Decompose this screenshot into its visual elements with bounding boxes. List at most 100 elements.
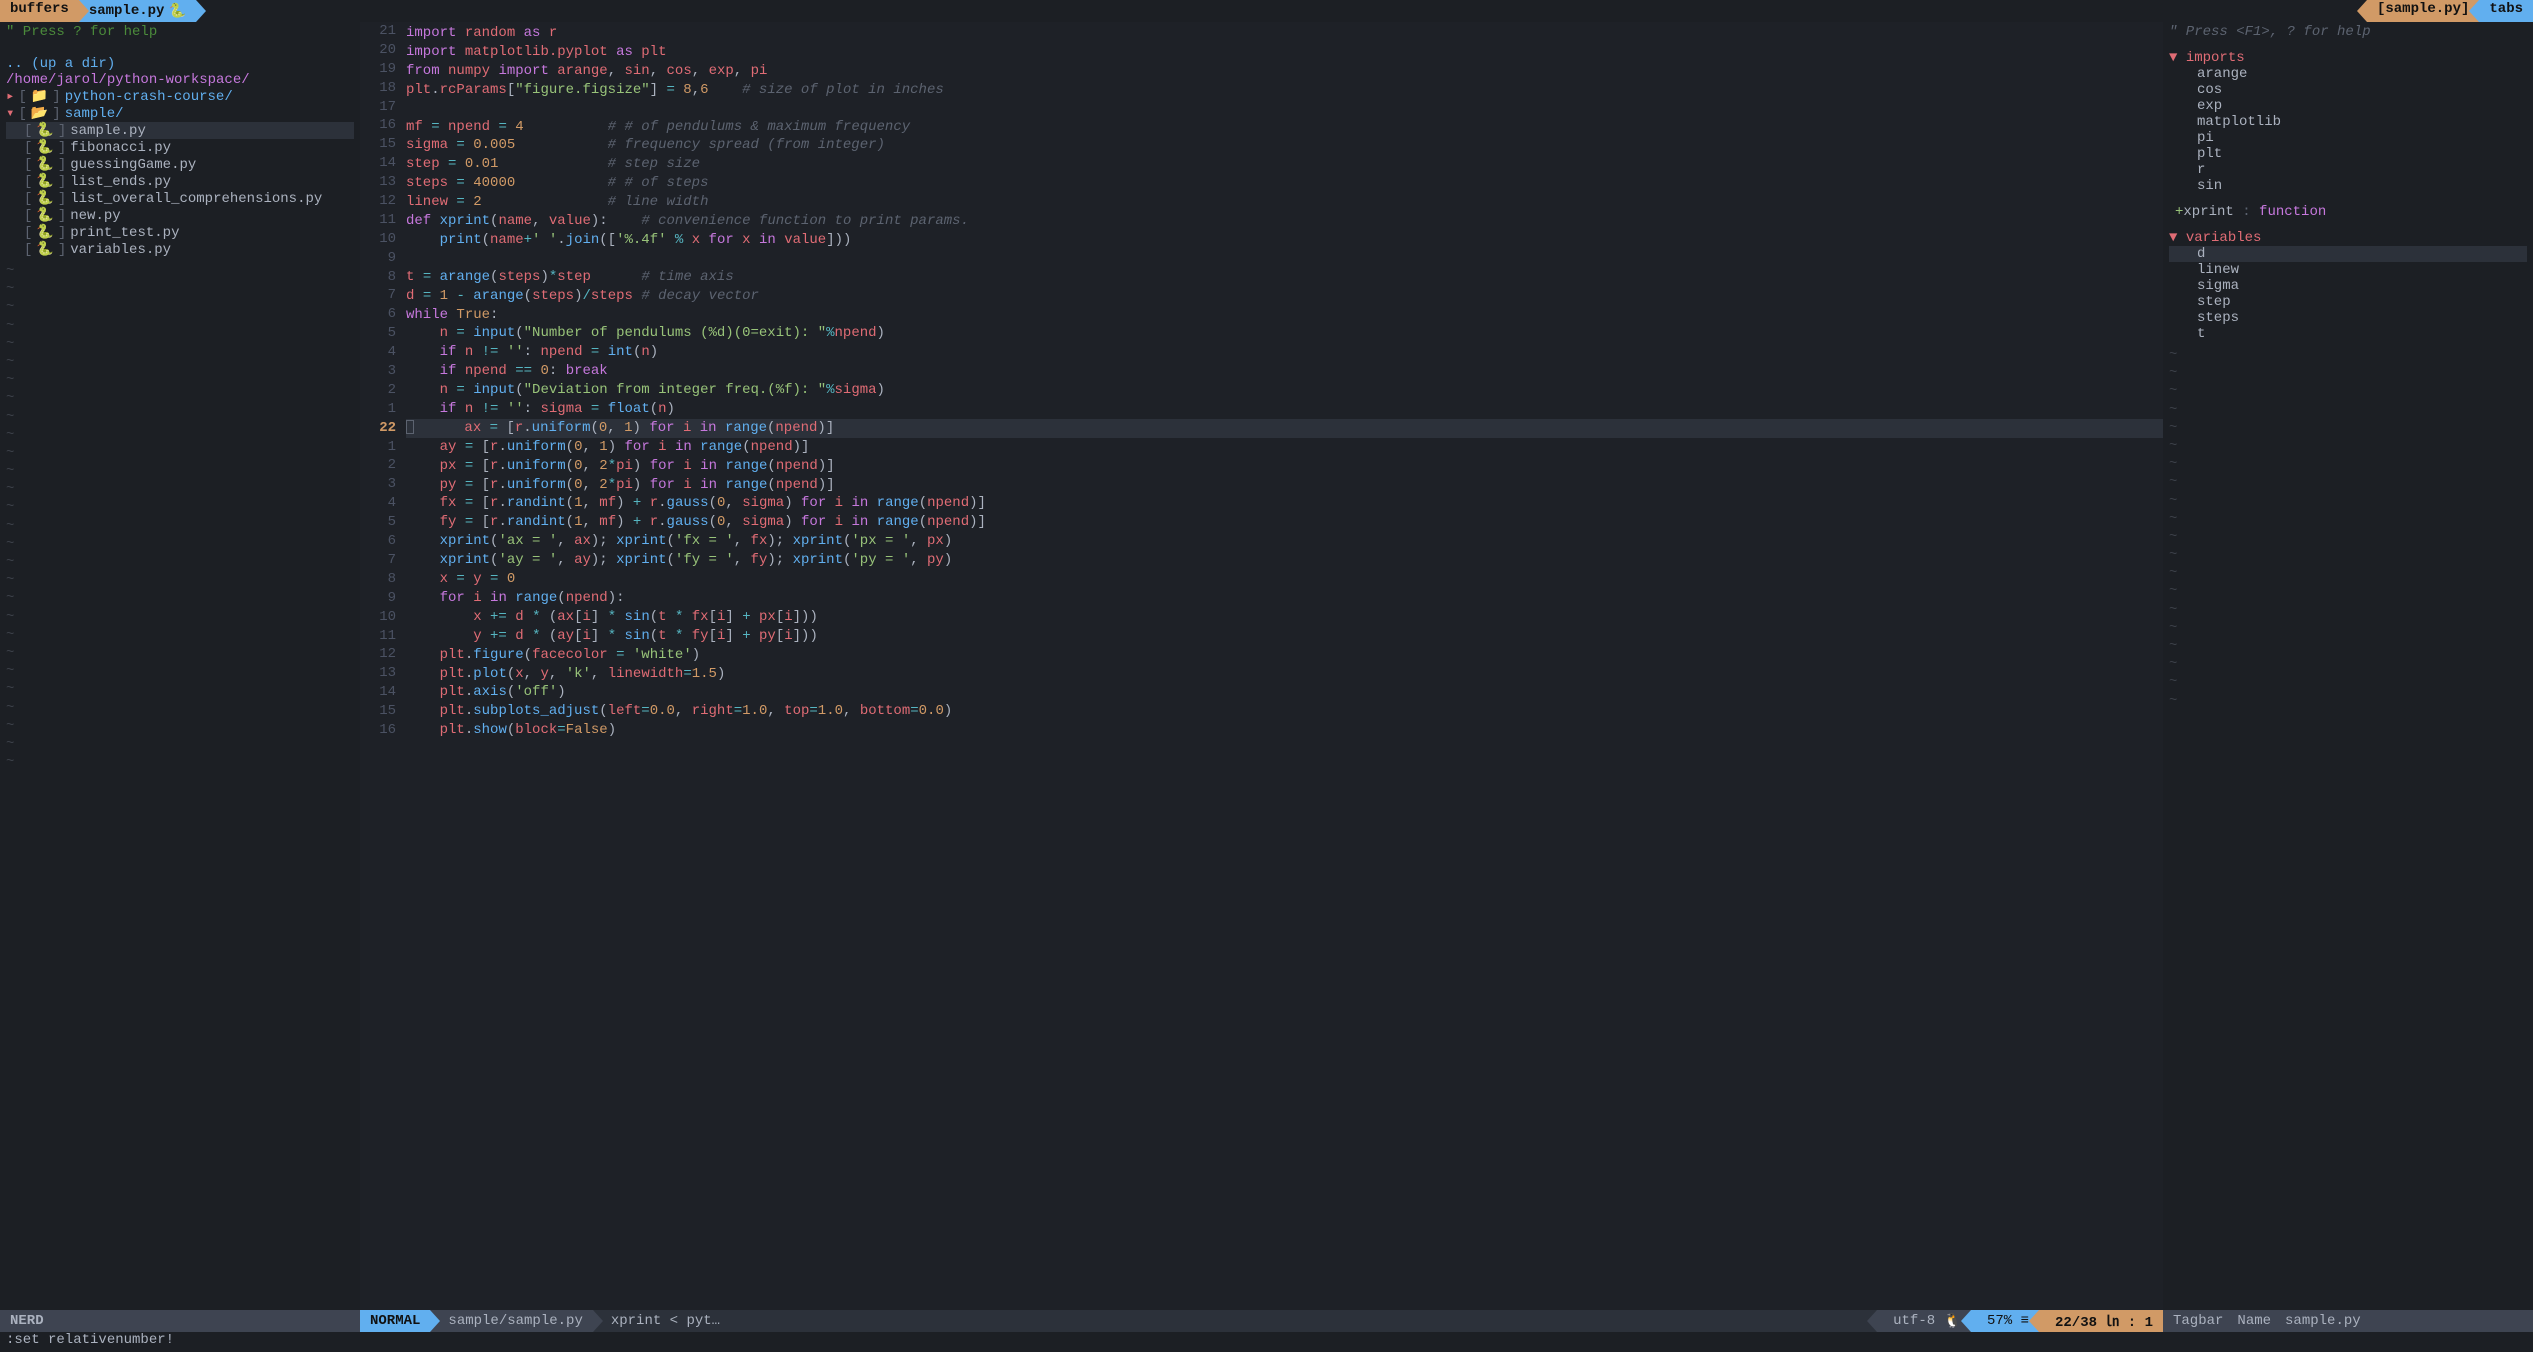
- tabline-active[interactable]: [sample.py]: [2367, 0, 2479, 22]
- tagbar-variable-d[interactable]: d: [2169, 246, 2527, 262]
- code-line[interactable]: ax = [r.uniform(0, 1) for i in range(npe…: [406, 419, 2163, 438]
- code-line[interactable]: n = input("Deviation from integer freq.(…: [406, 381, 2163, 400]
- nerdtree-path[interactable]: /home/jarol/python-workspace/: [6, 72, 354, 88]
- code-line[interactable]: print(name+' '.join(['%.4f' % x for x in…: [406, 231, 2163, 250]
- code-line[interactable]: from numpy import arange, sin, cos, exp,…: [406, 62, 2163, 81]
- status-encoding: utf-8 🐧: [1877, 1310, 1971, 1332]
- tagbar-import-plt[interactable]: plt: [2169, 146, 2527, 162]
- tree-file-print_test-py[interactable]: [ 🐍 ]print_test.py: [6, 224, 354, 241]
- tagbar-section-variables[interactable]: ▼ variables: [2169, 230, 2527, 246]
- tagbar-import-exp[interactable]: exp: [2169, 98, 2527, 114]
- tree-file-list_overall_comprehensions-py[interactable]: [ 🐍 ]list_overall_comprehensions.py: [6, 190, 354, 207]
- tagbar-section-imports[interactable]: ▼ imports: [2169, 50, 2527, 66]
- arrow-down-icon: ▼: [2169, 230, 2177, 246]
- code-area[interactable]: import random as rimport matplotlib.pypl…: [406, 22, 2163, 1310]
- arrow-down-icon: ▾: [6, 105, 14, 122]
- tagbar-variable-linew[interactable]: linew: [2169, 262, 2527, 278]
- code-line[interactable]: if n != '': npend = int(n): [406, 343, 2163, 362]
- linux-icon: 🐧: [1944, 1313, 1961, 1330]
- code-line[interactable]: plt.rcParams["figure.figsize"] = 8,6 # s…: [406, 81, 2163, 100]
- tagbar-variable-step[interactable]: step: [2169, 294, 2527, 310]
- code-line[interactable]: while True:: [406, 306, 2163, 325]
- tagbar-variable-sigma[interactable]: sigma: [2169, 278, 2527, 294]
- python-file-icon: 🐍: [36, 139, 53, 156]
- tagbar-panel[interactable]: " Press <F1>, ? for help ▼ imports arang…: [2163, 22, 2533, 1310]
- filename-label: print_test.py: [70, 225, 179, 241]
- filename-label: sample.py: [70, 123, 146, 139]
- python-file-icon: 🐍: [36, 122, 53, 139]
- code-line[interactable]: def xprint(name, value): # convenience f…: [406, 212, 2163, 231]
- code-line[interactable]: import random as r: [406, 24, 2163, 43]
- code-line[interactable]: mf = npend = 4 # # of pendulums & maximu…: [406, 118, 2163, 137]
- code-line[interactable]: x = y = 0: [406, 570, 2163, 589]
- code-line[interactable]: [406, 100, 2163, 118]
- code-line[interactable]: plt.axis('off'): [406, 683, 2163, 702]
- filename-label: list_overall_comprehensions.py: [70, 191, 322, 207]
- python-file-icon: 🐍: [36, 207, 53, 224]
- status-function: xprint < pyt…: [593, 1310, 730, 1332]
- code-line[interactable]: x += d * (ax[i] * sin(t * fx[i] + px[i])…: [406, 608, 2163, 627]
- code-line[interactable]: if n != '': sigma = float(n): [406, 400, 2163, 419]
- tagbar-import-arange[interactable]: arange: [2169, 66, 2527, 82]
- tree-file-sample-py[interactable]: [ 🐍 ]sample.py: [6, 122, 354, 139]
- code-line[interactable]: ay = [r.uniform(0, 1) for i in range(npe…: [406, 438, 2163, 457]
- code-line[interactable]: [406, 250, 2163, 268]
- editor-panel[interactable]: 2120191817161514131211109876543212212345…: [360, 22, 2163, 1310]
- filename-label: list_ends.py: [70, 174, 171, 190]
- tree-file-guessingGame-py[interactable]: [ 🐍 ]guessingGame.py: [6, 156, 354, 173]
- active-buffer-tab[interactable]: sample.py 🐍: [79, 0, 196, 22]
- section-label: variables: [2186, 230, 2262, 246]
- tree-file-list_ends-py[interactable]: [ 🐍 ]list_ends.py: [6, 173, 354, 190]
- code-line[interactable]: xprint('ay = ', ay); xprint('fy = ', fy)…: [406, 551, 2163, 570]
- code-line[interactable]: t = arange(steps)*step # time axis: [406, 268, 2163, 287]
- code-line[interactable]: import matplotlib.pyplot as plt: [406, 43, 2163, 62]
- tree-file-new-py[interactable]: [ 🐍 ]new.py: [6, 207, 354, 224]
- tagbar-import-matplotlib[interactable]: matplotlib: [2169, 114, 2527, 130]
- nerdtree-panel[interactable]: " Press ? for help .. (up a dir) /home/j…: [0, 22, 360, 1310]
- section-label: imports: [2186, 50, 2245, 66]
- nerdtree-help: " Press ? for help: [6, 24, 354, 40]
- tagbar-import-pi[interactable]: pi: [2169, 130, 2527, 146]
- code-line[interactable]: py = [r.uniform(0, 2*pi) for i in range(…: [406, 476, 2163, 495]
- cursor: [406, 420, 414, 434]
- code-line[interactable]: d = 1 - arange(steps)/steps # decay vect…: [406, 287, 2163, 306]
- code-line[interactable]: if npend == 0: break: [406, 362, 2163, 381]
- line-number-gutter: 2120191817161514131211109876543212212345…: [360, 22, 406, 1310]
- tagbar-import-cos[interactable]: cos: [2169, 82, 2527, 98]
- code-line[interactable]: xprint('ax = ', ax); xprint('fx = ', fx)…: [406, 532, 2163, 551]
- code-line[interactable]: y += d * (ay[i] * sin(t * fy[i] + py[i])…: [406, 627, 2163, 646]
- code-line[interactable]: plt.subplots_adjust(left=0.0, right=1.0,…: [406, 702, 2163, 721]
- buffers-tab-label[interactable]: buffers: [0, 0, 79, 22]
- filename-label: guessingGame.py: [70, 157, 196, 173]
- tagbar-function-xprint[interactable]: +xprint : function: [2169, 204, 2527, 220]
- code-line[interactable]: for i in range(npend):: [406, 589, 2163, 608]
- tree-folder-python-crash-course[interactable]: ▸ [ 📁 ]python-crash-course/: [6, 88, 354, 105]
- tagbar-variable-steps[interactable]: steps: [2169, 310, 2527, 326]
- code-line[interactable]: n = input("Number of pendulums (%d)(0=ex…: [406, 324, 2163, 343]
- code-line[interactable]: px = [r.uniform(0, 2*pi) for i in range(…: [406, 457, 2163, 476]
- tagbar-help: " Press <F1>, ? for help: [2169, 24, 2527, 40]
- code-line[interactable]: fx = [r.randint(1, mf) + r.gauss(0, sigm…: [406, 494, 2163, 513]
- command-line[interactable]: :set relativenumber!: [0, 1332, 2533, 1352]
- filename-label: fibonacci.py: [70, 140, 171, 156]
- tabs-tab-label[interactable]: tabs: [2479, 0, 2533, 22]
- tagbar-import-sin[interactable]: sin: [2169, 178, 2527, 194]
- code-line[interactable]: plt.plot(x, y, 'k', linewidth=1.5): [406, 665, 2163, 684]
- code-line[interactable]: fy = [r.randint(1, mf) + r.gauss(0, sigm…: [406, 513, 2163, 532]
- code-line[interactable]: sigma = 0.005 # frequency spread (from i…: [406, 136, 2163, 155]
- code-line[interactable]: plt.figure(facecolor = 'white'): [406, 646, 2163, 665]
- code-line[interactable]: plt.show(block=False): [406, 721, 2163, 740]
- tagbar-import-r[interactable]: r: [2169, 162, 2527, 178]
- top-tab-bar: buffers sample.py 🐍 [sample.py] tabs: [0, 0, 2533, 22]
- tree-file-fibonacci-py[interactable]: [ 🐍 ]fibonacci.py: [6, 139, 354, 156]
- filename-label: new.py: [70, 208, 120, 224]
- code-line[interactable]: steps = 40000 # # of steps: [406, 174, 2163, 193]
- nerdtree-updir[interactable]: .. (up a dir): [6, 56, 354, 72]
- tagbar-variable-t[interactable]: t: [2169, 326, 2527, 342]
- tree-file-variables-py[interactable]: [ 🐍 ]variables.py: [6, 241, 354, 258]
- code-line[interactable]: linew = 2 # line width: [406, 193, 2163, 212]
- tree-folder-sample[interactable]: ▾ [ 📂 ]sample/: [6, 105, 354, 122]
- status-position: 22/38 ㏑ : 1: [2039, 1310, 2163, 1332]
- code-line[interactable]: step = 0.01 # step size: [406, 155, 2163, 174]
- arrow-down-icon: ▼: [2169, 50, 2177, 66]
